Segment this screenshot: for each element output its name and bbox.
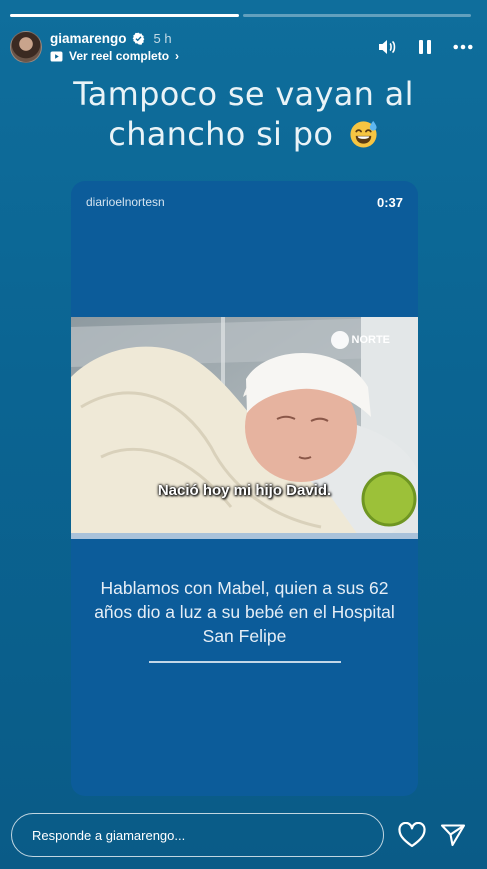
brand-label: NORTE xyxy=(351,334,391,346)
video-subtitle: Nació hoy mi hijo David. xyxy=(157,482,332,499)
caption-line-wrap: chancho si po xyxy=(0,114,487,154)
reply-input[interactable]: Responde a giamarengo... xyxy=(11,813,384,857)
brand-logo-icon xyxy=(330,331,349,349)
newborn-photo xyxy=(71,317,418,539)
volume-icon xyxy=(379,40,396,54)
caption-line: Tampoco se vayan al xyxy=(73,75,414,113)
sweat-smile-emoji xyxy=(350,120,377,148)
more-icon xyxy=(453,44,473,50)
post-time: 5 h xyxy=(153,31,172,46)
progress-segment xyxy=(10,14,239,17)
card-header: diarioelnortesn 0:37 xyxy=(86,195,403,210)
verified-icon xyxy=(132,32,144,45)
story-controls xyxy=(377,37,473,57)
chevron-right-icon: › xyxy=(175,49,180,63)
shared-reel-card[interactable]: diarioelnortesn 0:37 NORTE Nació hoy mi … xyxy=(71,181,418,796)
reel-link-label: Ver reel completo xyxy=(69,49,170,63)
video-duration: 0:37 xyxy=(376,195,403,210)
caption-line: chancho si po xyxy=(108,115,334,153)
pause-button[interactable] xyxy=(415,37,435,57)
card-description: Hablamos con Mabel, quien a sus 62 años … xyxy=(94,578,395,646)
heart-icon[interactable] xyxy=(398,822,426,848)
pause-icon xyxy=(419,40,431,54)
story-viewer: giamarengo 5 h Ver reel completo › Tampo… xyxy=(0,0,487,869)
reel-icon xyxy=(50,50,63,62)
story-progress xyxy=(10,14,471,17)
video-thumbnail[interactable]: NORTE Nació hoy mi hijo David. xyxy=(71,317,418,539)
card-handle: diarioelnortesn xyxy=(86,195,165,209)
avatar[interactable] xyxy=(10,31,42,63)
video-progress-strip xyxy=(71,533,418,539)
more-options-button[interactable] xyxy=(453,37,473,57)
brand-watermark: NORTE xyxy=(330,331,391,349)
story-header: giamarengo 5 h Ver reel completo › xyxy=(10,28,473,66)
reply-placeholder: Responde a giamarengo... xyxy=(32,827,186,843)
reel-link[interactable]: Ver reel completo › xyxy=(50,49,179,63)
divider xyxy=(149,661,341,663)
volume-button[interactable] xyxy=(377,37,397,57)
send-icon[interactable] xyxy=(440,822,466,848)
story-caption: Tampoco se vayan al chancho si po xyxy=(0,74,487,154)
progress-segment xyxy=(242,14,471,17)
author-meta: giamarengo 5 h Ver reel completo › xyxy=(50,31,179,63)
username[interactable]: giamarengo xyxy=(50,31,127,46)
